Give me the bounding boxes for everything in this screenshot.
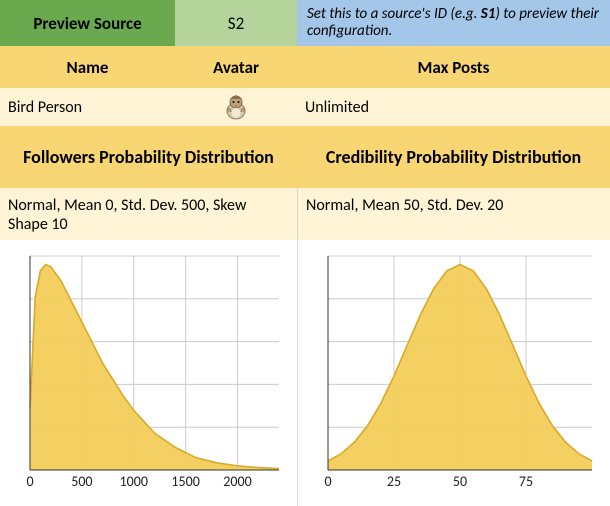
followers-dist-text: Normal, Mean 0, Std. Dev. 500, Skew Shap… [0,188,297,240]
preview-source-hint: Set this to a source's ID (e.g. S1) to p… [297,0,610,46]
credibility-chart-cell: 0 25 50 75 [297,240,610,506]
credibility-dist-header: Credibility Probability Distribution [297,126,610,188]
preview-source-input[interactable]: S2 [175,0,297,46]
credibility-dist-text: Normal, Mean 50, Std. Dev. 20 [297,188,610,240]
svg-text:50: 50 [453,473,467,490]
source-name-value: Bird Person [0,88,175,126]
credibility-chart: 0 25 50 75 [306,250,602,494]
source-avatar [175,88,297,126]
hint-bold: S1 [481,5,496,23]
followers-chart: 0 500 1000 1500 2000 [8,250,289,494]
col-header-name: Name [0,46,175,88]
svg-text:75: 75 [519,473,533,490]
svg-text:0: 0 [26,473,33,490]
followers-chart-cell: 0 500 1000 1500 2000 [0,240,297,506]
col-header-avatar: Avatar [175,46,297,88]
svg-text:2000: 2000 [223,473,251,490]
svg-text:25: 25 [387,473,401,490]
col-header-max-posts: Max Posts [297,46,610,88]
bird-icon [221,93,251,121]
svg-text:1000: 1000 [120,473,148,490]
preview-source-label: Preview Source [0,0,175,46]
svg-text:1500: 1500 [171,473,199,490]
svg-text:0: 0 [324,473,331,490]
svg-text:500: 500 [71,473,92,490]
hint-pre: Set this to a source's ID (e.g. [307,5,481,23]
followers-dist-header: Followers Probability Distribution [0,126,297,188]
source-max-posts-value: Unlimited [297,88,610,126]
